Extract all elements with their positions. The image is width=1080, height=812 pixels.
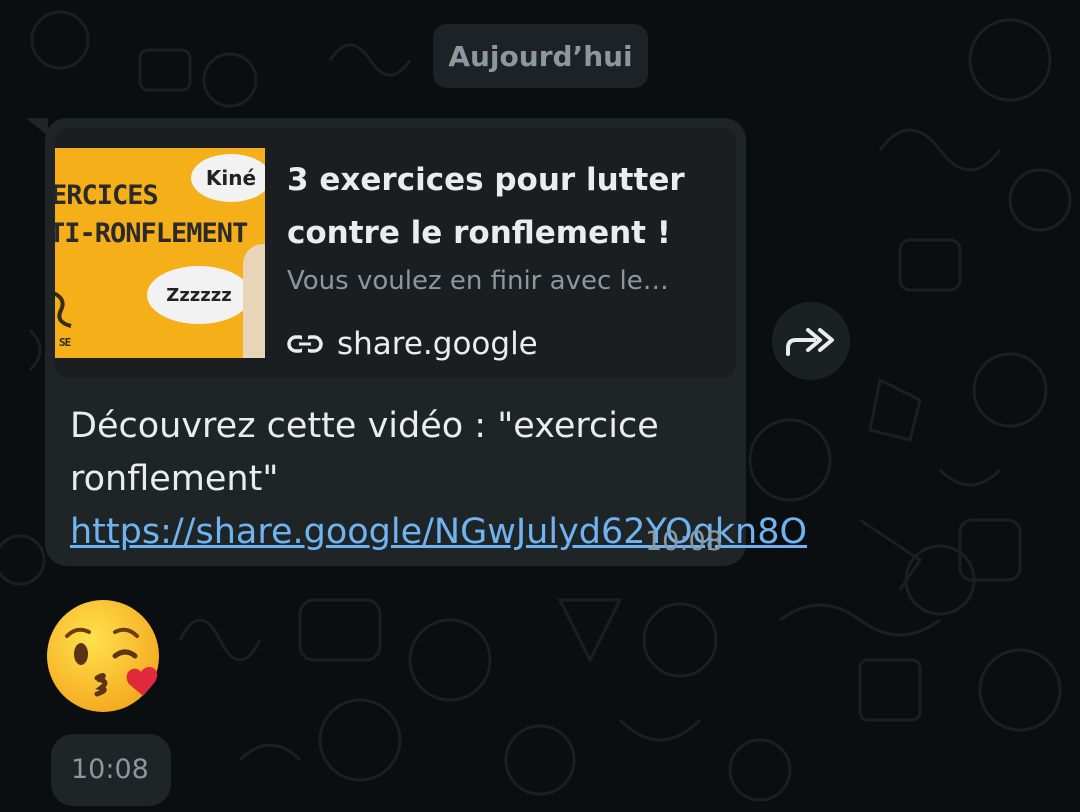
- bubble-tail: [26, 118, 48, 136]
- link-preview-thumbnail: ERCICES TI-RONFLEMENT Kiné Zzzzzz SE: [55, 148, 265, 358]
- emoji-timestamp: 10:08: [71, 754, 149, 785]
- thumbnail-speech-bubble: Zzzzzz: [147, 266, 251, 324]
- kissing-face-emoji[interactable]: [45, 598, 165, 718]
- link-preview-card[interactable]: ERCICES TI-RONFLEMENT Kiné Zzzzzz SE 3 e…: [55, 128, 736, 378]
- thumbnail-title-line-1: ERCICES: [55, 180, 159, 211]
- link-preview-domain: share.google: [337, 326, 538, 362]
- forward-icon: [786, 328, 834, 356]
- link-preview-title: 3 exercices pour lutter contre le ronfle…: [287, 162, 685, 251]
- thumbnail-person: [243, 244, 265, 358]
- date-separator: Aujourd’hui: [433, 24, 648, 88]
- link-preview-domain-row: share.google: [287, 324, 538, 364]
- link-preview-description: Vous voulez en finir avec le…: [287, 266, 669, 296]
- thumbnail-title-line-2: TI-RONFLEMENT: [55, 218, 248, 249]
- message-text: Découvrez cette vidéo : "exercice ronfle…: [70, 400, 807, 559]
- thumbnail-logo-icon: [55, 291, 72, 328]
- thumbnail-badge: Kiné: [191, 154, 265, 202]
- emoji-timestamp-chip: 10:08: [51, 734, 171, 806]
- forward-button[interactable]: [772, 302, 850, 380]
- thumbnail-corner-text: SE: [59, 336, 71, 349]
- message-bubble[interactable]: ERCICES TI-RONFLEMENT Kiné Zzzzzz SE 3 e…: [45, 118, 807, 566]
- link-icon: [287, 334, 323, 354]
- message-text-body: Découvrez cette vidéo : "exercice ronfle…: [70, 406, 659, 499]
- message-timestamp: 10:08: [645, 526, 723, 557]
